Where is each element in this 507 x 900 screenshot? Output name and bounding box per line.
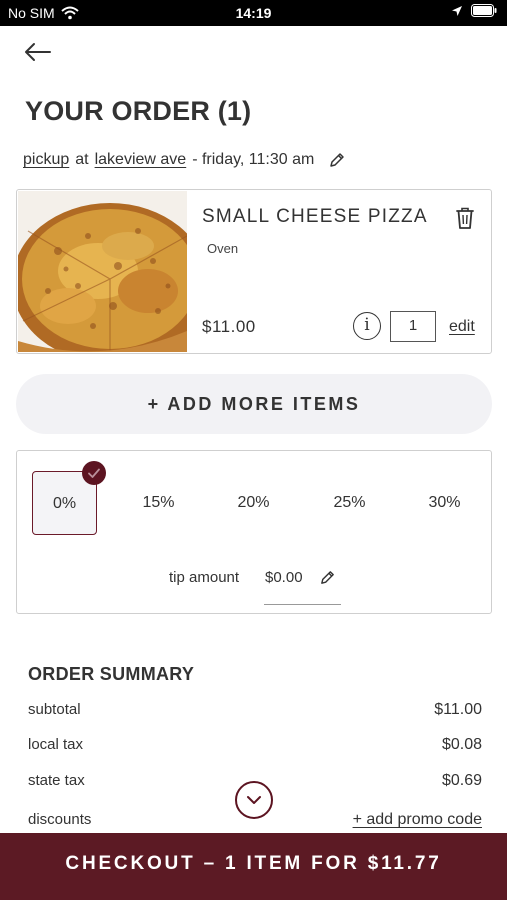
edit-item-link[interactable]: edit bbox=[449, 318, 475, 336]
pickup-time: - friday, 11:30 am bbox=[192, 151, 315, 168]
local-tax-label: local tax bbox=[28, 736, 84, 753]
state-tax-value: $0.69 bbox=[441, 772, 482, 789]
pizza-image bbox=[18, 191, 187, 352]
scroll-down-button[interactable] bbox=[235, 781, 273, 819]
tip-amount-input[interactable]: $0.00 bbox=[265, 569, 303, 586]
status-bar: No SIM 14:19 bbox=[0, 0, 507, 26]
trash-icon[interactable] bbox=[454, 206, 476, 230]
item-option: Oven bbox=[207, 241, 239, 256]
tip-amount-label: tip amount bbox=[169, 569, 240, 586]
tip-option-25[interactable]: 25% bbox=[317, 471, 382, 535]
tip-option-30[interactable]: 30% bbox=[412, 471, 477, 535]
quantity-field[interactable]: 1 bbox=[390, 311, 436, 342]
pickup-mode-link[interactable]: pickup bbox=[23, 151, 69, 169]
back-button[interactable] bbox=[22, 38, 54, 66]
chevron-down-icon bbox=[247, 796, 261, 804]
clock: 14:19 bbox=[235, 5, 272, 21]
cart-item-card: SMALL CHEESE PIZZA Oven $11.00 i 1 edit bbox=[16, 189, 492, 354]
edit-pencil-icon[interactable] bbox=[319, 569, 336, 586]
order-meta: pickup at lakeview ave - friday, 11:30 a… bbox=[23, 151, 346, 169]
add-more-items-button[interactable]: + ADD MORE ITEMS bbox=[16, 374, 492, 434]
arrow-left-icon bbox=[25, 43, 51, 61]
edit-pencil-icon[interactable] bbox=[328, 151, 346, 169]
item-name: SMALL CHEESE PIZZA bbox=[202, 206, 428, 227]
info-icon[interactable]: i bbox=[353, 312, 381, 340]
selected-check-icon bbox=[82, 461, 106, 485]
subtotal-label: subtotal bbox=[28, 701, 81, 718]
battery-icon bbox=[471, 4, 497, 17]
location-arrow-icon bbox=[452, 5, 462, 16]
local-tax-value: $0.08 bbox=[441, 736, 482, 753]
discounts-label: discounts bbox=[28, 811, 92, 828]
at-text: at bbox=[75, 151, 89, 168]
checkout-button[interactable]: CHECKOUT – 1 ITEM FOR $11.77 bbox=[0, 833, 507, 900]
order-summary-title: ORDER SUMMARY bbox=[28, 664, 195, 684]
page-title: YOUR ORDER (1) bbox=[25, 96, 252, 126]
state-tax-label: state tax bbox=[28, 772, 85, 789]
status-icons bbox=[451, 4, 497, 17]
tip-option-15[interactable]: 15% bbox=[126, 471, 191, 535]
tip-selector: 0% 15% 20% 25% 30% tip amount $0.00 bbox=[16, 450, 492, 614]
item-price: $11.00 bbox=[202, 317, 256, 336]
add-promo-code-link[interactable]: + add promo code bbox=[353, 811, 482, 829]
tip-input-underline bbox=[264, 604, 341, 605]
location-link[interactable]: lakeview ave bbox=[95, 151, 187, 169]
subtotal-value: $11.00 bbox=[434, 701, 482, 718]
tip-option-20[interactable]: 20% bbox=[221, 471, 286, 535]
